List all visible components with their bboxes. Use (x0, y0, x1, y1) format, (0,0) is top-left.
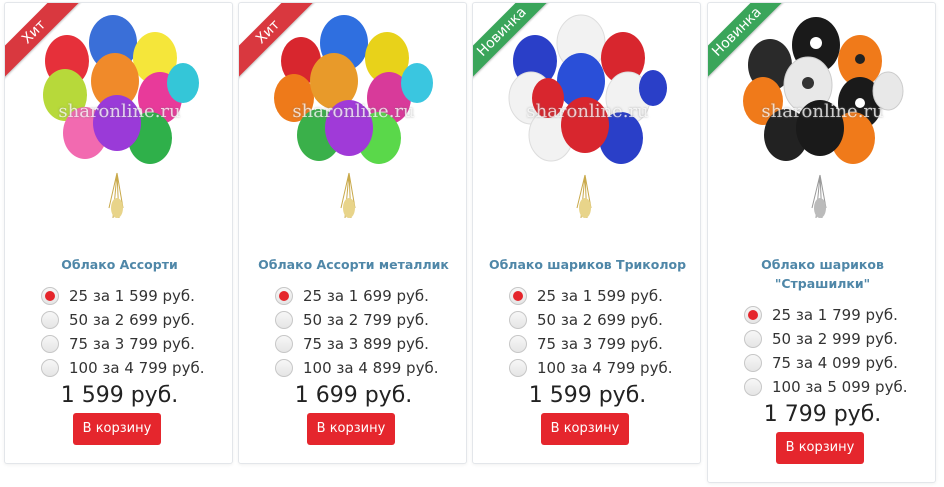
option-75[interactable]: 75 за 3 899 руб. (275, 332, 438, 356)
option-50[interactable]: 50 за 2 699 руб. (509, 308, 672, 332)
radio-button[interactable] (509, 359, 527, 377)
radio-button[interactable] (41, 311, 59, 329)
watermark: sharonline.ru (526, 101, 649, 122)
option-label: 50 за 2 799 руб. (303, 311, 429, 329)
option-label: 50 за 2 999 руб. (772, 330, 898, 348)
option-label: 25 за 1 799 руб. (772, 306, 898, 324)
add-to-cart-button[interactable]: В корзину (307, 413, 395, 445)
radio-button[interactable] (744, 354, 762, 372)
option-label: 50 за 2 699 руб. (537, 311, 663, 329)
option-50[interactable]: 50 за 2 999 руб. (744, 327, 907, 351)
option-100[interactable]: 100 за 4 899 руб. (275, 356, 438, 380)
radio-button[interactable] (509, 311, 527, 329)
option-label: 100 за 4 899 руб. (303, 359, 439, 377)
option-100[interactable]: 100 за 4 799 руб. (41, 356, 204, 380)
product-title[interactable]: Облако Ассорти металлик (239, 255, 466, 274)
product-price: 1 699 руб. (294, 383, 413, 408)
radio-button[interactable] (41, 287, 59, 305)
option-25[interactable]: 25 за 1 799 руб. (744, 303, 907, 327)
option-label: 100 за 4 799 руб. (69, 359, 205, 377)
product-card: Хит sharonline.ru Облако Ассорти металли (238, 2, 467, 464)
product-price: 1 599 руб. (60, 383, 179, 408)
product-price: 1 799 руб. (763, 402, 882, 427)
radio-button[interactable] (744, 330, 762, 348)
option-label: 25 за 1 599 руб. (537, 287, 663, 305)
product-card: Новинка sharonline.ru Облако шариков "Ст… (707, 2, 936, 483)
option-100[interactable]: 100 за 4 799 руб. (509, 356, 672, 380)
option-label: 75 за 3 899 руб. (303, 335, 429, 353)
option-75[interactable]: 75 за 3 799 руб. (509, 332, 672, 356)
product-title[interactable]: Облако Ассорти (5, 255, 232, 274)
product-card: Хит sharonline.ru Облако Ассорти 25 за 1… (4, 2, 233, 464)
watermark: sharonline.ru (58, 101, 181, 122)
add-to-cart-button[interactable]: В корзину (73, 413, 161, 445)
option-label: 75 за 3 799 руб. (537, 335, 663, 353)
radio-button[interactable] (275, 287, 293, 305)
option-label: 75 за 4 099 руб. (772, 354, 898, 372)
product-title[interactable]: Облако шариков "Страшилки" (708, 255, 935, 293)
product-grid: Хит sharonline.ru Облако Ассорти 25 за 1… (0, 0, 944, 487)
radio-button[interactable] (275, 311, 293, 329)
watermark: sharonline.ru (761, 101, 884, 122)
radio-button[interactable] (744, 378, 762, 396)
radio-button[interactable] (275, 335, 293, 353)
option-25[interactable]: 25 за 1 599 руб. (41, 284, 204, 308)
watermark: sharonline.ru (292, 101, 415, 122)
radio-button[interactable] (41, 359, 59, 377)
radio-button[interactable] (744, 306, 762, 324)
option-label: 25 за 1 599 руб. (69, 287, 195, 305)
quantity-options: 25 за 1 799 руб. 50 за 2 999 руб. 75 за … (744, 303, 907, 399)
option-50[interactable]: 50 за 2 799 руб. (275, 308, 438, 332)
option-25[interactable]: 25 за 1 699 руб. (275, 284, 438, 308)
option-25[interactable]: 25 за 1 599 руб. (509, 284, 672, 308)
option-label: 75 за 3 799 руб. (69, 335, 195, 353)
radio-button[interactable] (509, 335, 527, 353)
option-label: 25 за 1 699 руб. (303, 287, 429, 305)
radio-button[interactable] (275, 359, 293, 377)
product-title[interactable]: Облако шариков Триколор (473, 255, 700, 274)
option-75[interactable]: 75 за 3 799 руб. (41, 332, 204, 356)
quantity-options: 25 за 1 599 руб. 50 за 2 699 руб. 75 за … (509, 284, 672, 380)
product-title-line: "Страшилки" (774, 276, 871, 291)
quantity-options: 25 за 1 699 руб. 50 за 2 799 руб. 75 за … (275, 284, 438, 380)
option-label: 50 за 2 699 руб. (69, 311, 195, 329)
option-label: 100 за 5 099 руб. (772, 378, 908, 396)
quantity-options: 25 за 1 599 руб. 50 за 2 699 руб. 75 за … (41, 284, 204, 380)
option-label: 100 за 4 799 руб. (537, 359, 673, 377)
radio-button[interactable] (509, 287, 527, 305)
add-to-cart-button[interactable]: В корзину (541, 413, 629, 445)
option-100[interactable]: 100 за 5 099 руб. (744, 375, 907, 399)
add-to-cart-button[interactable]: В корзину (776, 432, 864, 464)
radio-button[interactable] (41, 335, 59, 353)
product-card: Новинка sharonline.ru Облако шариков Три… (472, 2, 701, 464)
product-title-line: Облако шариков (761, 257, 884, 272)
option-50[interactable]: 50 за 2 699 руб. (41, 308, 204, 332)
option-75[interactable]: 75 за 4 099 руб. (744, 351, 907, 375)
product-price: 1 599 руб. (528, 383, 647, 408)
